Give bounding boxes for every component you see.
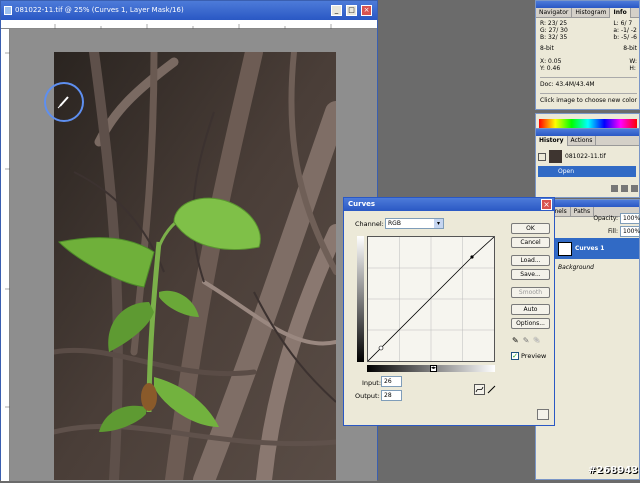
history-panel-tabs: History Actions [536,136,639,146]
gradient-toggle-icon[interactable]: ◂▸ [430,365,437,372]
width-label: W: [629,58,637,65]
smooth-button[interactable]: Smooth [511,287,550,298]
info-panel-tabs: Navigator Histogram Info [536,8,639,18]
curves-dialog: Curves × Channel: RGB ▾ ◂▸ Input: 26 Out… [343,197,555,426]
history-state-open[interactable]: Open [538,166,636,177]
tab-info[interactable]: Info [610,8,631,18]
tab-navigator[interactable]: Navigator [536,8,573,18]
layer-name-curves: Curves 1 [575,245,605,252]
height-label: H: [629,65,636,72]
preview-label: Preview [521,352,547,360]
lab-values: L: 6/ 7 a: -1/ -2 b: -5/ -6 [613,20,637,41]
gray-eyedropper-icon[interactable]: ✎ [523,336,530,346]
vertical-ruler[interactable] [1,29,10,481]
channel-select[interactable]: RGB ▾ [385,218,444,229]
g-value: 27/ 30 [548,27,568,34]
black-eyedropper-icon[interactable]: ✎ [512,336,519,346]
options-button[interactable]: Options... [511,318,550,329]
x-coordinate: 0.05 [548,58,562,65]
tab-actions[interactable]: Actions [568,136,597,146]
layer-mask-thumbnail [558,241,572,256]
ok-button[interactable]: OK [511,223,550,234]
channel-label: Channel: [355,220,384,228]
info-panel: Navigator Histogram Info R: 23/ 25 G: 27/ … [535,0,640,110]
bit-depth-right: 8-bit [623,45,637,52]
horizontal-ruler[interactable] [1,20,377,29]
watermark: #268943 [588,465,639,476]
history-panel-titlebar[interactable] [536,129,639,136]
auto-button[interactable]: Auto [511,304,550,315]
preview-checkbox-row[interactable]: ✓ Preview [511,352,546,360]
eyedropper-cursor-icon [57,96,69,109]
history-panel: History Actions 081022-11.tif Open [535,128,640,198]
chevron-down-icon: ▾ [434,219,443,228]
opacity-label: Opacity: [593,214,618,222]
output-label: Output: [355,392,380,400]
document-title: 081022-11.tif @ 25% (Curves 1, Layer Mas… [15,6,184,14]
preview-checkbox[interactable]: ✓ [511,352,519,360]
curve-point[interactable] [470,255,474,259]
maximize-button[interactable]: □ [346,5,357,16]
curves-title-bar[interactable]: Curves [344,198,554,211]
eyedropper-group: ✎ ✎ ✎ [512,336,552,346]
white-eyedropper-icon[interactable]: ✎ [533,336,540,346]
rgb-values: R: 23/ 25 G: 27/ 30 B: 32/ 35 [540,20,568,41]
close-button[interactable]: × [361,5,372,16]
history-snapshot[interactable]: 081022-11.tif [538,149,639,164]
new-document-icon[interactable] [611,185,618,192]
history-footer [538,185,638,195]
opacity-row: Opacity: 100% [556,212,640,224]
cancel-button[interactable]: Cancel [511,237,550,248]
fill-field[interactable]: 100% [620,225,640,237]
output-gradient-bar [357,236,364,362]
history-state-label: Open [558,168,575,175]
info-hint: Click image to choose new color [540,93,637,104]
y-coordinate: 0.46 [546,65,561,72]
opacity-field[interactable]: 100% [620,212,640,224]
l-value: 6/ 7 [620,20,633,27]
plant-and-roots-image [54,52,336,480]
output-field[interactable]: 28 [381,390,402,401]
load-button[interactable]: Load... [511,255,550,266]
minimize-button[interactable]: _ [331,5,342,16]
curves-title: Curves [348,200,376,208]
info-readout: R: 23/ 25 G: 27/ 30 B: 32/ 35 L: 6/ 7 a:… [540,20,637,104]
save-button[interactable]: Save... [511,269,550,280]
close-icon[interactable]: × [541,199,552,210]
fill-row: Fill: 100% [556,225,640,237]
curve-point-selected[interactable] [378,345,384,351]
curve-tool-icon[interactable] [474,384,485,395]
a-value: -1/ -2 [620,27,637,34]
ruler-ticks-vertical [5,52,10,408]
snapshot-name: 081022-11.tif [565,153,606,160]
fill-label: Fill: [607,227,618,235]
input-label: Input: [362,379,382,387]
b-lab-value: -5/ -6 [621,34,637,41]
r-value: 23/ 25 [547,20,568,27]
curve-plot [367,236,495,362]
bit-depth-left: 8-bit [540,45,554,52]
info-panel-titlebar[interactable] [536,1,639,8]
snapshot-thumbnail [549,150,562,163]
channel-value: RGB [388,220,401,227]
new-snapshot-icon[interactable] [621,185,628,192]
photoshop-document-icon [4,6,12,15]
input-field[interactable]: 26 [381,376,402,387]
pencil-tool-icon[interactable] [486,384,497,395]
curves-graph[interactable] [367,236,495,362]
ruler-ticks [54,24,332,29]
expand-dialog-icon[interactable] [537,409,549,420]
tab-histogram[interactable]: Histogram [572,8,611,18]
document-title-bar[interactable]: 081022-11.tif @ 25% (Curves 1, Layer Mas… [1,1,377,20]
layer-name-background: Background [558,264,594,271]
b-value: 32/ 35 [548,34,568,41]
tab-history[interactable]: History [536,136,568,146]
doc-size: Doc: 43.4M/43.4M [540,77,637,88]
photo-canvas[interactable] [54,52,336,480]
snapshot-icon [538,152,546,161]
trash-icon[interactable] [631,185,638,192]
brush-cursor-circle [44,82,84,122]
